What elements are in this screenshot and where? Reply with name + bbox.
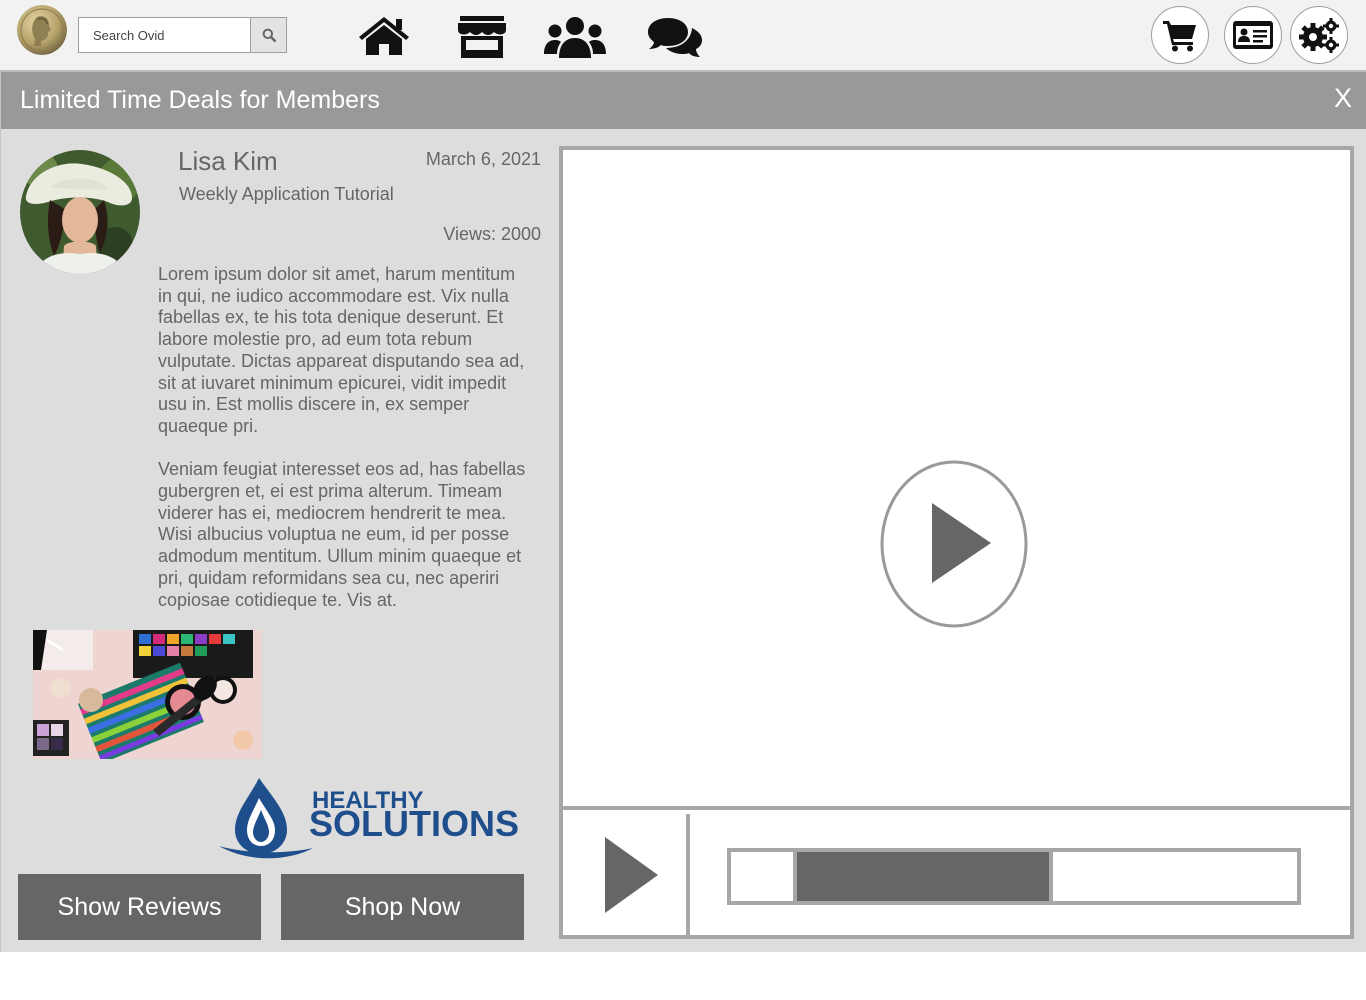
post-paragraph: Lorem ipsum dolor sit amet, harum mentit… xyxy=(158,264,525,436)
cart-button[interactable] xyxy=(1151,6,1209,64)
search-box xyxy=(78,17,287,53)
cart-icon xyxy=(1163,21,1196,52)
search-icon xyxy=(262,28,276,42)
nav-messages[interactable] xyxy=(646,14,704,60)
panel-header: Limited Time Deals for Members X xyxy=(1,72,1366,129)
post-body: Lorem ipsum dolor sit amet, harum mentit… xyxy=(158,264,533,611)
play-icon[interactable] xyxy=(880,459,1028,629)
id-card-icon xyxy=(1233,21,1273,49)
chat-icon xyxy=(648,18,702,57)
author-name: Lisa Kim xyxy=(178,146,278,176)
users-icon xyxy=(544,17,606,58)
home-icon xyxy=(359,17,409,55)
view-count: Views: 2000 xyxy=(443,224,541,244)
play-icon xyxy=(605,837,658,913)
profile-card-button[interactable] xyxy=(1224,6,1282,64)
product-image[interactable] xyxy=(33,630,262,759)
settings-button[interactable] xyxy=(1290,6,1348,64)
show-reviews-button[interactable]: Show Reviews xyxy=(18,874,261,940)
player-controls xyxy=(563,814,1350,935)
nav-store[interactable] xyxy=(456,14,508,60)
close-button[interactable]: X xyxy=(1334,83,1352,114)
search-button[interactable] xyxy=(250,18,286,52)
nav-home[interactable] xyxy=(356,14,412,56)
top-bar xyxy=(0,0,1366,72)
shop-now-button[interactable]: Shop Now xyxy=(281,874,524,940)
store-icon xyxy=(458,16,506,58)
deals-panel: Limited Time Deals for Members X Lisa Ki… xyxy=(0,72,1366,952)
play-pause-button[interactable] xyxy=(563,814,690,935)
brand-line2: SOLUTIONS xyxy=(309,803,519,844)
progress-bar[interactable] xyxy=(727,848,1301,905)
brand-logo[interactable]: HEALTHY SOLUTIONS xyxy=(217,776,529,860)
app-logo[interactable] xyxy=(17,5,67,55)
video-screen[interactable] xyxy=(563,150,1350,810)
post-subtitle: Weekly Application Tutorial xyxy=(179,184,394,204)
post-paragraph: Veniam feugiat interesset eos ad, has fa… xyxy=(158,459,526,610)
author-avatar[interactable] xyxy=(20,150,140,274)
post-date: March 6, 2021 xyxy=(425,149,541,169)
nav-community[interactable] xyxy=(543,14,607,60)
settings-icon xyxy=(1299,18,1339,53)
panel-title: Limited Time Deals for Members xyxy=(20,86,380,114)
video-player xyxy=(559,146,1354,939)
search-input[interactable] xyxy=(79,18,250,52)
progress-fill[interactable] xyxy=(793,852,1053,901)
